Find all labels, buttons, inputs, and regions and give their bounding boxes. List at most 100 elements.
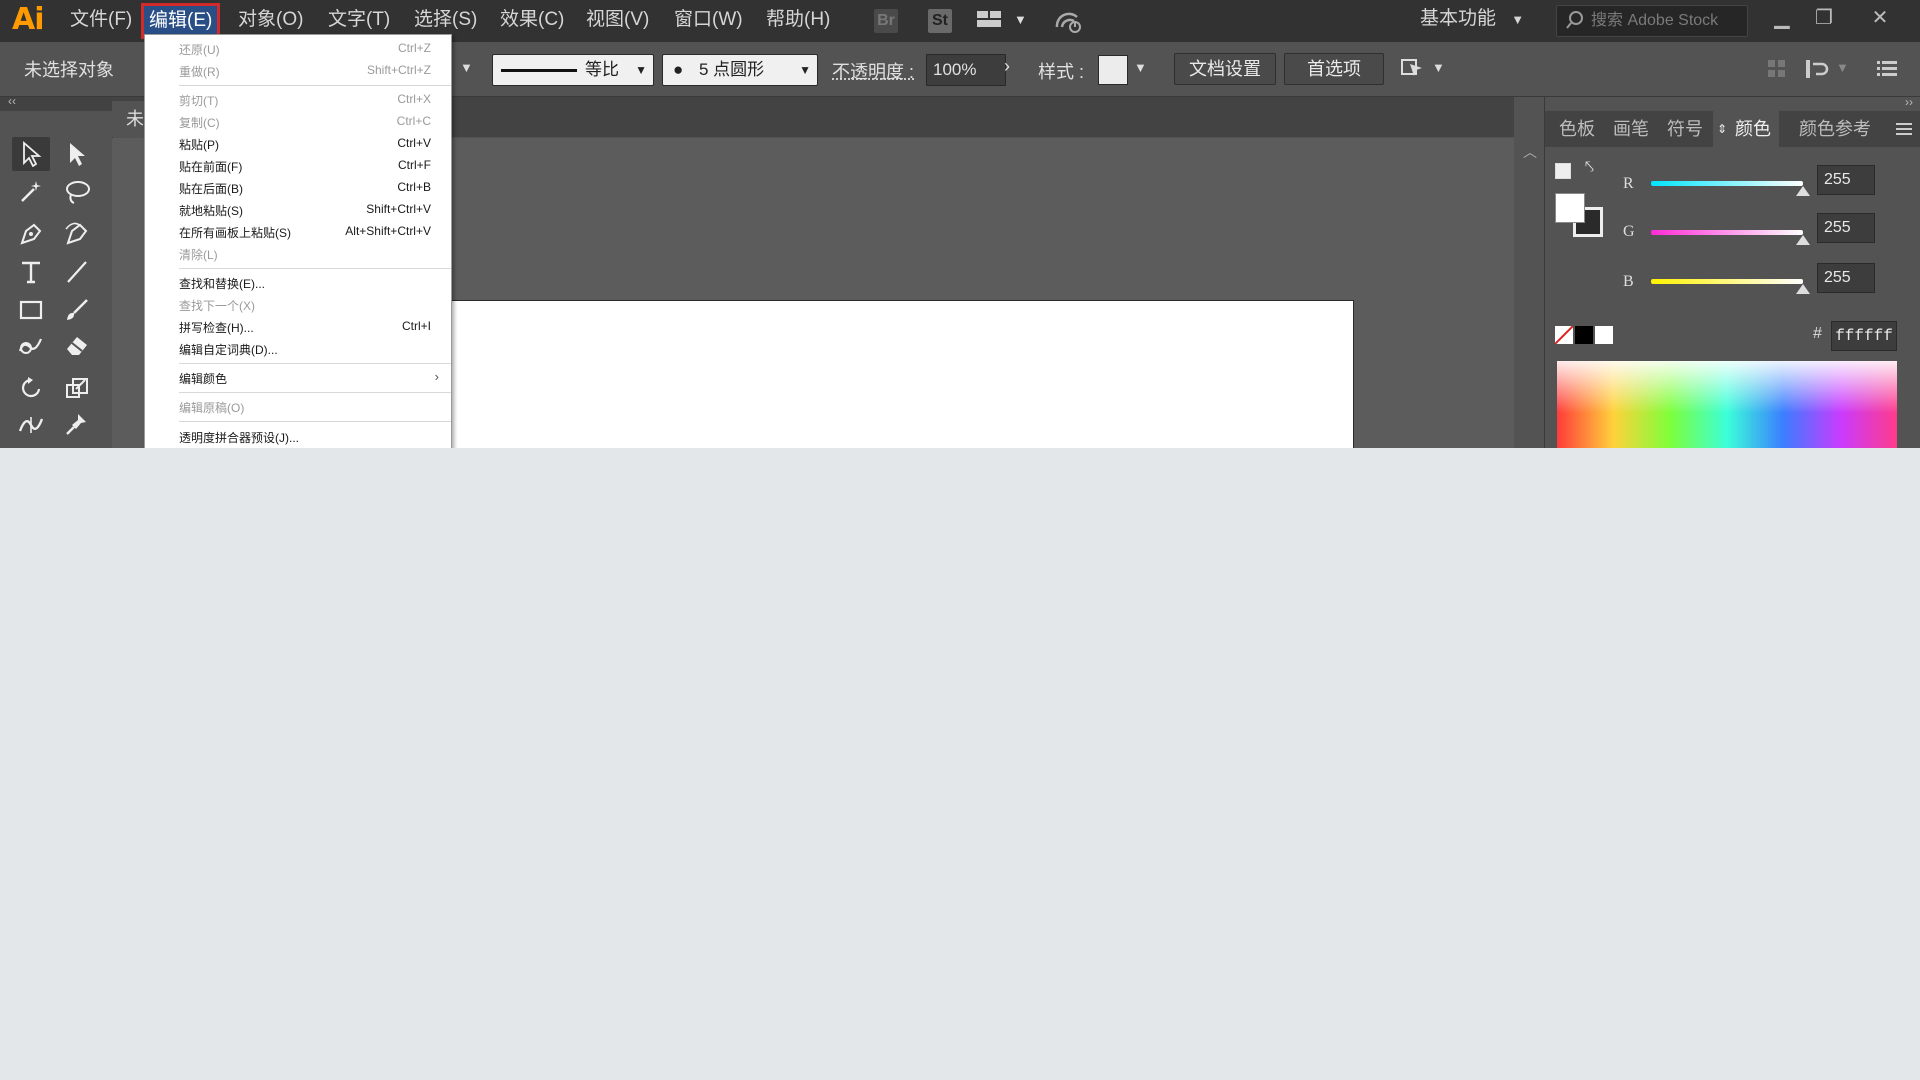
vertical-scrollbar[interactable]: ︿: [1516, 138, 1542, 448]
panel-menu-icon[interactable]: [1876, 58, 1898, 83]
paintbrush-tool-icon[interactable]: [58, 293, 96, 327]
panel-menu-icon[interactable]: [1895, 121, 1913, 142]
isolation-mode-icon[interactable]: [1398, 54, 1426, 87]
channel-g-slider[interactable]: [1651, 230, 1803, 235]
menu-item-cut[interactable]: 剪切(T) Ctrl+X: [145, 89, 451, 109]
puppet-warp-tool-icon[interactable]: [58, 407, 96, 441]
channel-b-input[interactable]: 255: [1817, 263, 1875, 293]
edit-menu-dropdown: 还原(U) Ctrl+Z 重做(R) Shift+Ctrl+Z 剪切(T) Ct…: [144, 34, 452, 448]
arrange-documents-icon[interactable]: [976, 9, 1001, 33]
bridge-icon[interactable]: Br: [874, 9, 898, 33]
stroke-profile-dropdown[interactable]: 等比 ▼: [492, 54, 654, 86]
minimize-icon[interactable]: ▁: [1764, 0, 1800, 40]
scale-tool-icon[interactable]: [58, 371, 96, 405]
menu-item-clear[interactable]: 清除(L): [145, 243, 451, 263]
tab-brushes[interactable]: 画笔: [1605, 111, 1657, 147]
fill-swatch[interactable]: [1555, 193, 1585, 223]
menu-item-undo[interactable]: 还原(U) Ctrl+Z: [145, 38, 451, 58]
menu-item-transparency-flattener-presets[interactable]: 透明度拼合器预设(J)...: [145, 426, 451, 446]
none-swatch-icon[interactable]: [1555, 326, 1573, 344]
menu-file[interactable]: 文件(F): [62, 0, 140, 40]
menu-help[interactable]: 帮助(H): [758, 0, 838, 40]
menu-item-paste[interactable]: 粘贴(P) Ctrl+V: [145, 133, 451, 153]
gpu-performance-icon[interactable]: [1054, 9, 1084, 33]
menu-item-edit-colors[interactable]: 编辑颜色 ›: [145, 367, 451, 387]
artboard[interactable]: [442, 300, 1354, 448]
rectangle-tool-icon[interactable]: [12, 293, 50, 327]
menu-item-redo[interactable]: 重做(R) Shift+Ctrl+Z: [145, 60, 451, 80]
menu-view[interactable]: 视图(V): [578, 0, 657, 40]
collapse-icon[interactable]: ‹‹: [8, 94, 16, 108]
pen-tool-icon[interactable]: [12, 217, 50, 251]
document-setup-button[interactable]: 文档设置: [1174, 53, 1276, 85]
align-icon[interactable]: [1766, 58, 1788, 85]
channel-r-label: R: [1623, 175, 1634, 192]
tab-color[interactable]: ⇕ 颜色: [1713, 111, 1779, 147]
channel-r-thumb[interactable]: [1796, 186, 1810, 196]
channel-r-slider[interactable]: [1651, 181, 1803, 186]
channel-g-thumb[interactable]: [1796, 235, 1810, 245]
brush-dropdown[interactable]: ● 5 点圆形 ▼: [662, 54, 818, 86]
tab-swatches[interactable]: 色板: [1551, 111, 1603, 147]
chevron-right-icon: ›: [434, 369, 439, 384]
stock-icon[interactable]: St: [928, 9, 952, 33]
expand-panel-icon[interactable]: ››: [1905, 95, 1913, 109]
close-icon[interactable]: ✕: [1862, 0, 1898, 40]
channel-g-input[interactable]: 255: [1817, 213, 1875, 243]
tab-symbols[interactable]: 符号: [1659, 111, 1711, 147]
chevron-down-icon[interactable]: ▼: [1836, 60, 1849, 75]
stroke-weight-chevron-icon[interactable]: ▼: [460, 60, 473, 75]
line-segment-tool-icon[interactable]: [58, 255, 96, 289]
menu-item-spell-check[interactable]: 拼写检查(H)... Ctrl+I: [145, 316, 451, 336]
transform-icon[interactable]: [1804, 58, 1830, 85]
menu-effect[interactable]: 效果(C): [492, 0, 572, 40]
menu-item-find-next[interactable]: 查找下一个(X): [145, 294, 451, 314]
default-fill-stroke-icon[interactable]: [1555, 163, 1571, 179]
type-tool-icon[interactable]: [12, 255, 50, 289]
rotate-tool-icon[interactable]: [12, 371, 50, 405]
chevron-up-icon[interactable]: ︿: [1523, 142, 1537, 162]
channel-b-label: B: [1623, 273, 1634, 290]
menu-item-edit-original[interactable]: 编辑原稿(O): [145, 396, 451, 416]
menu-window[interactable]: 窗口(W): [666, 0, 751, 40]
graphic-style-swatch[interactable]: [1098, 55, 1128, 85]
width-tool-icon[interactable]: [12, 407, 50, 441]
menu-item-paste-on-all-artboards[interactable]: 在所有画板上粘贴(S) Alt+Shift+Ctrl+V: [145, 221, 451, 241]
lasso-tool-icon[interactable]: [58, 175, 96, 209]
menu-item-paste-in-front[interactable]: 贴在前面(F) Ctrl+F: [145, 155, 451, 175]
white-swatch[interactable]: [1595, 326, 1613, 344]
menu-item-copy[interactable]: 复制(C) Ctrl+C: [145, 111, 451, 131]
selection-tool-icon[interactable]: [12, 137, 50, 171]
stock-search-input[interactable]: 搜索 Adobe Stock: [1556, 5, 1748, 37]
swap-fill-stroke-icon[interactable]: ⤣: [1585, 159, 1594, 177]
curvature-tool-icon[interactable]: [58, 217, 96, 251]
stroke-profile-preview: [501, 69, 577, 72]
opacity-input[interactable]: 100%: [926, 54, 1006, 86]
shaper-tool-icon[interactable]: [12, 329, 50, 363]
restore-icon[interactable]: ❐: [1806, 0, 1842, 40]
tools-panel-grip[interactable]: ‹‹: [0, 94, 112, 111]
chevron-down-icon[interactable]: ▼: [1014, 12, 1027, 27]
chevron-down-icon[interactable]: ▼: [1134, 60, 1147, 75]
options-toggle-icon: ⇕: [1717, 122, 1728, 136]
channel-b-thumb[interactable]: [1796, 284, 1810, 294]
preferences-button[interactable]: 首选项: [1284, 53, 1384, 85]
hex-input[interactable]: ffffff: [1831, 321, 1897, 351]
eraser-tool-icon[interactable]: [58, 329, 96, 363]
chevron-down-icon[interactable]: ▼: [1432, 60, 1445, 75]
brush-dot-icon: ●: [673, 60, 684, 79]
opacity-label[interactable]: 不透明度 :: [832, 58, 914, 84]
channel-b-slider[interactable]: [1651, 279, 1803, 284]
menu-item-edit-custom-dictionary[interactable]: 编辑自定词典(D)...: [145, 338, 451, 358]
menu-item-find-replace[interactable]: 查找和替换(E)...: [145, 272, 451, 292]
menu-item-paste-in-place[interactable]: 就地粘贴(S) Shift+Ctrl+V: [145, 199, 451, 219]
channel-r-input[interactable]: 255: [1817, 165, 1875, 195]
tab-color-guide[interactable]: 颜色参考: [1785, 111, 1879, 147]
workspace-switcher[interactable]: 基本功能 ▼: [1420, 0, 1524, 40]
black-swatch[interactable]: [1575, 326, 1593, 344]
menu-item-paste-in-back[interactable]: 贴在后面(B) Ctrl+B: [145, 177, 451, 197]
direct-selection-tool-icon[interactable]: [58, 137, 96, 171]
chevron-right-icon[interactable]: ›: [1004, 56, 1010, 77]
color-spectrum[interactable]: [1557, 361, 1897, 448]
magic-wand-tool-icon[interactable]: [12, 175, 50, 209]
